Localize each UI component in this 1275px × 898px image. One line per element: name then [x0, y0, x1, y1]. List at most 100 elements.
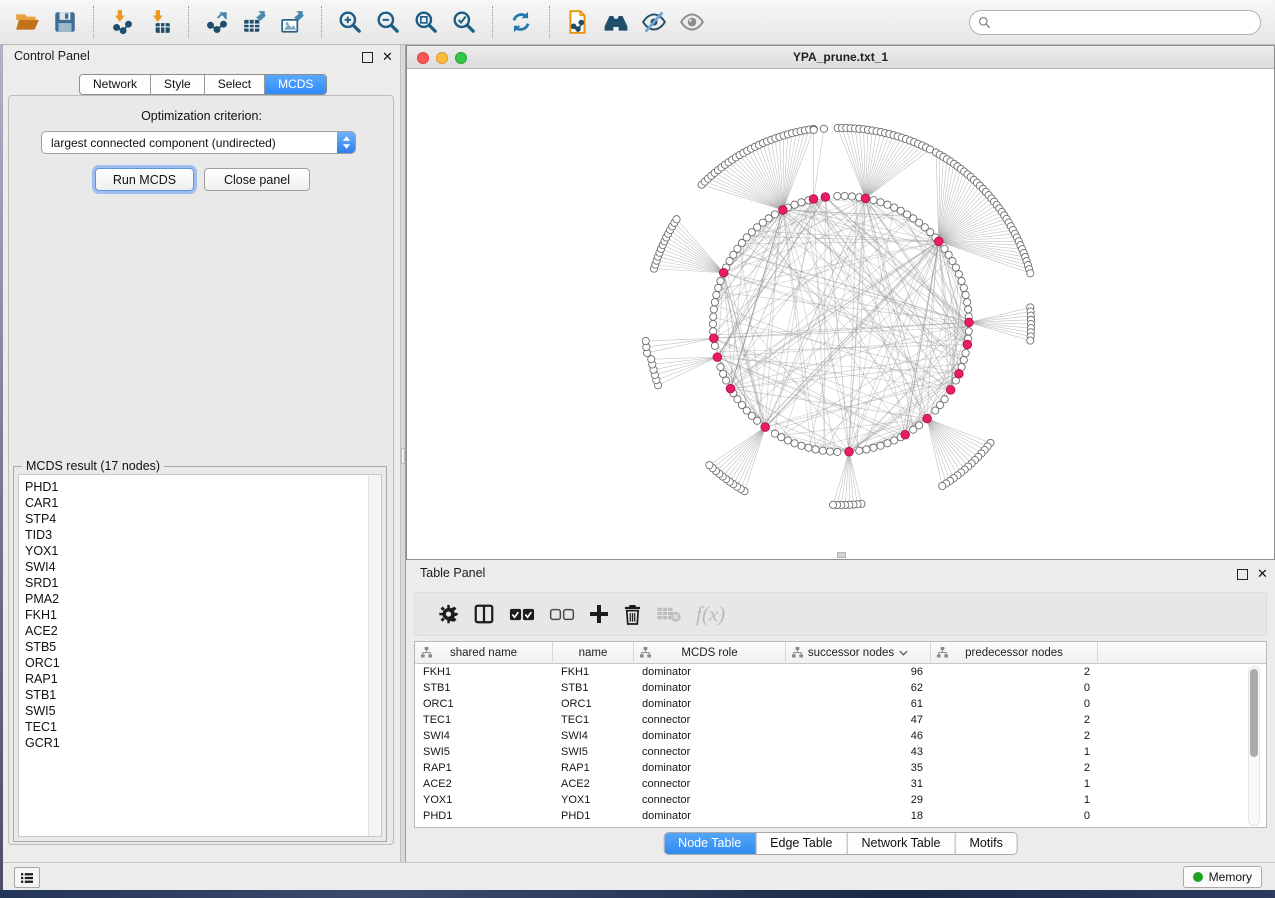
tab-style[interactable]: Style [151, 75, 205, 94]
ring-node[interactable] [891, 437, 898, 444]
ring-node[interactable] [841, 192, 848, 199]
leaf-node[interactable] [673, 216, 680, 223]
float-panel-icon[interactable] [362, 52, 373, 63]
ring-node[interactable] [884, 440, 891, 447]
ring-node[interactable] [960, 284, 967, 291]
mcds-dominator-node[interactable] [946, 386, 955, 395]
delete-entry-button[interactable] [623, 604, 642, 625]
tab-motifs[interactable]: Motifs [955, 833, 1016, 854]
deselect-all-button[interactable] [549, 607, 575, 622]
mcds-dominator-node[interactable] [923, 414, 932, 423]
tab-edge-table[interactable]: Edge Table [756, 833, 847, 854]
ring-node[interactable] [870, 444, 877, 451]
divider-grip[interactable] [401, 448, 405, 464]
ring-node[interactable] [962, 291, 969, 298]
ring-node[interactable] [965, 328, 972, 335]
leaf-node[interactable] [1027, 270, 1034, 277]
leaf-node[interactable] [810, 126, 817, 133]
export-network-button[interactable] [200, 5, 234, 39]
ring-node[interactable] [798, 199, 805, 206]
ring-node[interactable] [856, 447, 863, 454]
network-from-document-button[interactable] [561, 5, 595, 39]
add-entry-button[interactable] [589, 604, 609, 624]
leaf-node[interactable] [830, 501, 837, 508]
close-panel-button[interactable]: Close panel [204, 168, 310, 191]
tab-network-table[interactable]: Network Table [848, 833, 956, 854]
mcds-dominator-node[interactable] [901, 430, 910, 439]
tab-node-table[interactable]: Node Table [664, 833, 756, 854]
ring-node[interactable] [834, 448, 841, 455]
search-network-button[interactable] [599, 5, 633, 39]
ring-node[interactable] [932, 407, 939, 414]
table-row[interactable]: YOX1YOX1connector291 [415, 792, 1266, 808]
ring-node[interactable] [713, 291, 720, 298]
mcds-dominator-node[interactable] [965, 318, 974, 327]
table-scrollbar-thumb[interactable] [1250, 669, 1258, 757]
ring-node[interactable] [964, 299, 971, 306]
import-table-button[interactable] [143, 5, 177, 39]
zoom-selected-button[interactable] [447, 5, 481, 39]
ring-node[interactable] [826, 448, 833, 455]
refresh-view-button[interactable] [504, 5, 538, 39]
table-close-icon[interactable]: ✕ [1257, 569, 1268, 580]
column-header-shared-name[interactable]: shared name [415, 642, 553, 664]
ring-node[interactable] [955, 271, 962, 278]
table-row[interactable]: ACE2ACE2connector311 [415, 776, 1266, 792]
ring-node[interactable] [965, 306, 972, 313]
mcds-dominator-node[interactable] [934, 237, 943, 246]
table-row[interactable]: RAP1RAP1dominator352 [415, 760, 1266, 776]
ring-node[interactable] [877, 442, 884, 449]
ring-node[interactable] [819, 447, 826, 454]
ring-node[interactable] [717, 277, 724, 284]
show-column-button[interactable] [473, 603, 495, 625]
ring-node[interactable] [870, 197, 877, 204]
ring-node[interactable] [958, 277, 965, 284]
zoom-fit-button[interactable] [409, 5, 443, 39]
search-input[interactable] [991, 14, 1252, 30]
ring-node[interactable] [717, 363, 724, 370]
export-table-button[interactable] [238, 5, 272, 39]
mcds-dominator-node[interactable] [761, 423, 770, 432]
table-row[interactable]: FKH1FKH1dominator962 [415, 664, 1266, 680]
network-canvas[interactable] [407, 69, 1274, 559]
mcds-dominator-node[interactable] [779, 206, 788, 215]
ring-node[interactable] [834, 192, 841, 199]
table-row[interactable]: SWI5SWI5connector431 [415, 744, 1266, 760]
ring-node[interactable] [771, 430, 778, 437]
ring-node[interactable] [798, 442, 805, 449]
table-row[interactable]: ORC1ORC1dominator610 [415, 696, 1266, 712]
ring-node[interactable] [791, 440, 798, 447]
table-row[interactable]: TEC1TEC1connector472 [415, 712, 1266, 728]
ring-node[interactable] [791, 201, 798, 208]
table-row[interactable]: STB1STB1dominator620 [415, 680, 1266, 696]
column-header-predecessor-nodes[interactable]: predecessor nodes [931, 642, 1098, 664]
ring-node[interactable] [719, 370, 726, 377]
close-panel-icon[interactable]: ✕ [382, 52, 393, 63]
ring-node[interactable] [863, 446, 870, 453]
mcds-dominator-node[interactable] [821, 193, 830, 202]
column-header-MCDS-role[interactable]: MCDS role [634, 642, 786, 664]
run-mcds-button[interactable]: Run MCDS [95, 168, 194, 191]
ring-node[interactable] [960, 356, 967, 363]
memory-button[interactable]: Memory [1183, 866, 1262, 888]
table-row[interactable]: PHD1PHD1dominator180 [415, 808, 1266, 824]
ring-node[interactable] [848, 193, 855, 200]
ring-node[interactable] [805, 444, 812, 451]
ring-node[interactable] [884, 201, 891, 208]
table-row[interactable]: SWI4SWI4dominator462 [415, 728, 1266, 744]
mcds-dominator-node[interactable] [709, 334, 718, 343]
table-settings-gear-button[interactable] [438, 604, 459, 625]
mcds-dominator-node[interactable] [713, 353, 722, 362]
ring-node[interactable] [723, 377, 730, 384]
leaf-node[interactable] [939, 482, 946, 489]
ring-node[interactable] [710, 313, 717, 320]
task-history-button[interactable] [14, 867, 40, 888]
select-all-button[interactable] [509, 607, 535, 622]
leaf-node[interactable] [642, 337, 649, 344]
column-header-successor-nodes[interactable]: successor nodes [786, 642, 931, 664]
network-window-titlebar[interactable]: YPA_prune.txt_1 [407, 46, 1274, 69]
ring-node[interactable] [715, 284, 722, 291]
ring-node[interactable] [910, 426, 917, 433]
mcds-dominator-node[interactable] [963, 340, 972, 349]
ring-node[interactable] [891, 204, 898, 211]
